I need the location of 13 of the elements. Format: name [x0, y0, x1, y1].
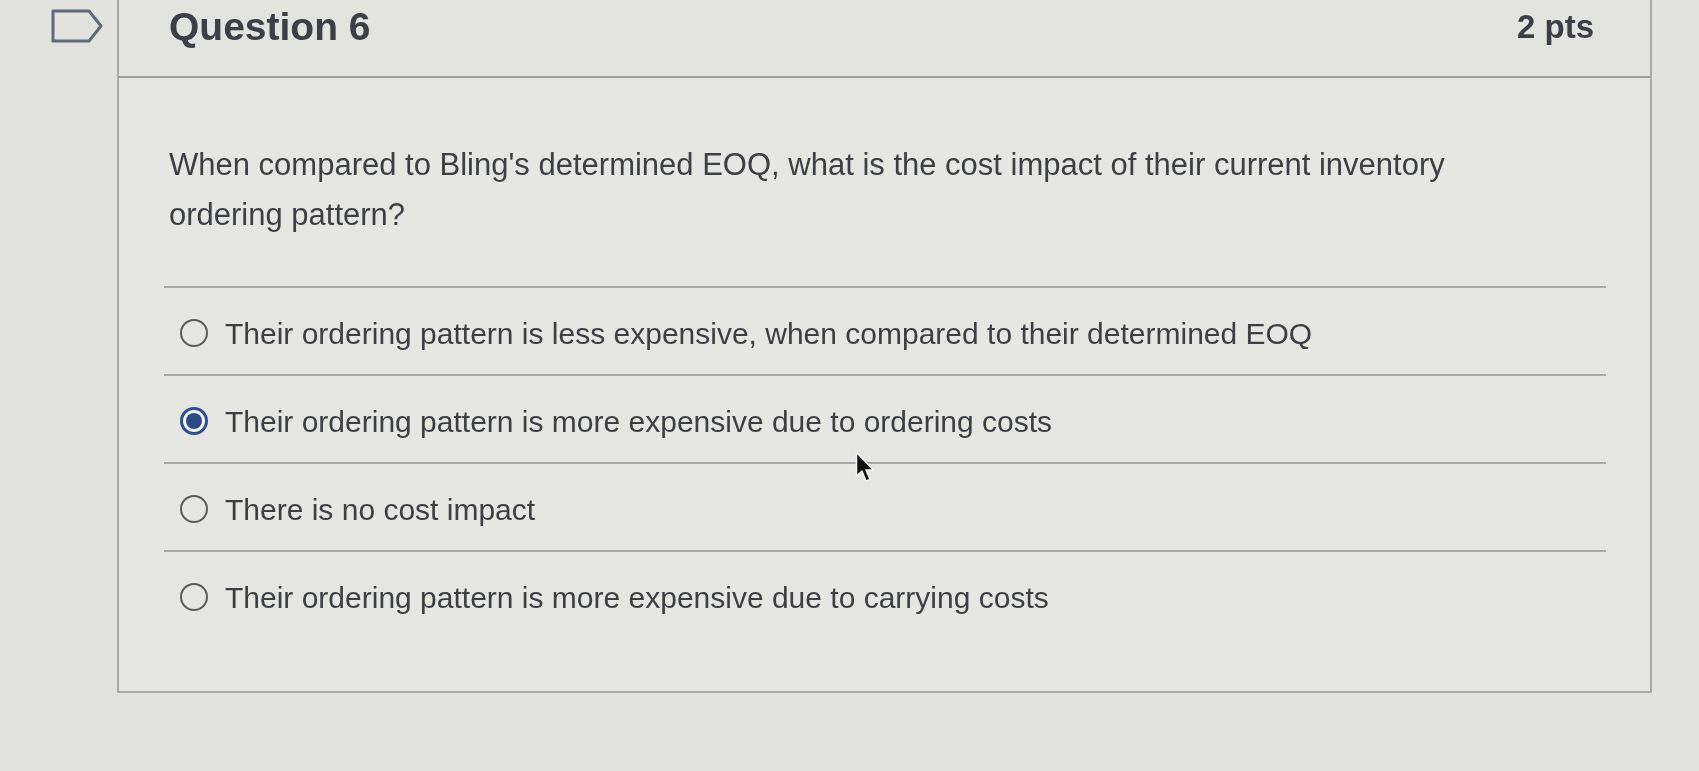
radio-button[interactable]: [180, 583, 208, 611]
flag-icon[interactable]: [51, 9, 103, 43]
question-title: Question 6: [169, 3, 371, 50]
answer-label[interactable]: Their ordering pattern is less expensive, when compared to their determined EOQ: [225, 310, 1313, 356]
answer-label[interactable]: Their ordering pattern is more expensive due to ordering costs: [225, 398, 1053, 444]
mouse-pointer-icon: [855, 451, 877, 485]
radio-button[interactable]: [180, 407, 208, 435]
radio-button[interactable]: [180, 319, 208, 347]
answer-label[interactable]: Their ordering pattern is more expensive due to carrying costs: [225, 574, 1049, 620]
question-text: When compared to Bling's determined EOQ, what is the cost impact of their current inventory ordering pattern?: [169, 146, 1446, 234]
answer-label[interactable]: There is no cost impact: [225, 486, 536, 532]
radio-button[interactable]: [180, 495, 208, 523]
question-points: 2 pts: [1516, 7, 1594, 48]
